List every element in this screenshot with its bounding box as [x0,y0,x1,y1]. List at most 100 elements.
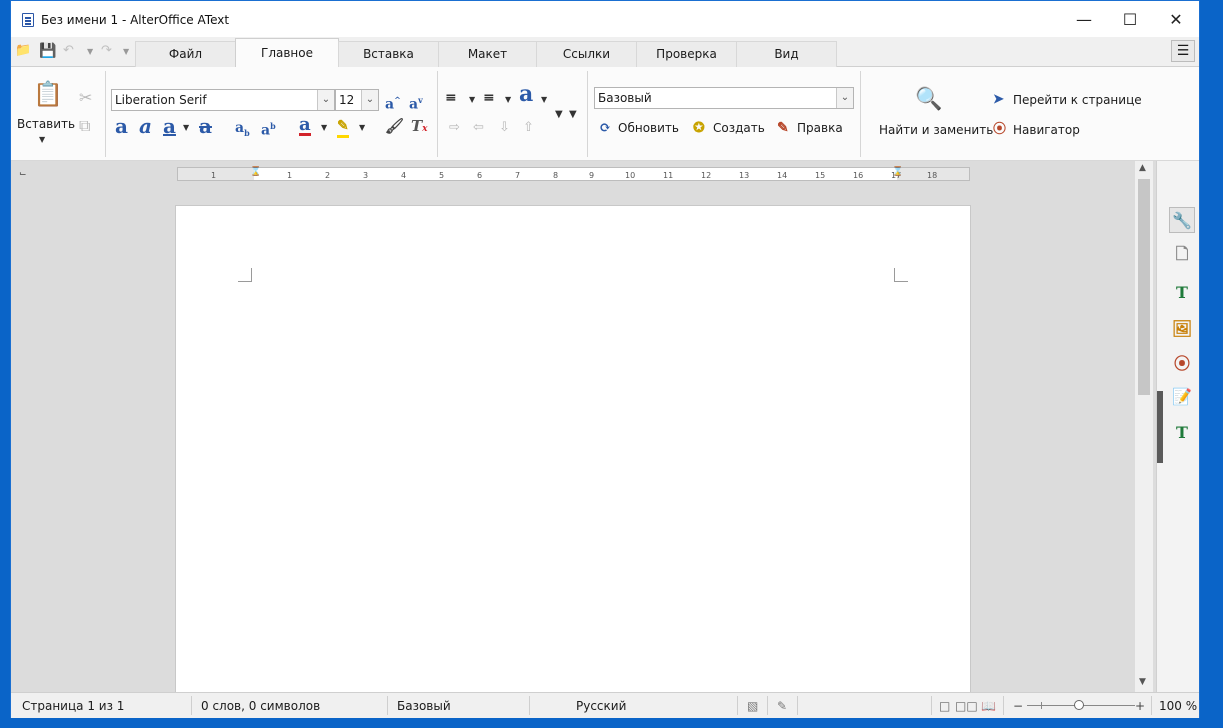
underline-dropdown-icon[interactable]: ▼ [183,123,189,132]
navigator-icon[interactable]: ⦿ [1171,351,1193,373]
update-style-button[interactable]: Обновить [618,121,679,135]
save-icon[interactable]: 💾 [39,43,56,59]
scrollbar-thumb[interactable] [1138,179,1150,395]
paste-dropdown-icon[interactable]: ▼ [39,135,45,144]
strikethrough-icon[interactable]: a [199,116,212,136]
close-icon[interactable]: ✕ [1153,1,1199,37]
word-count[interactable]: 0 слов, 0 символов [201,699,320,713]
tab-view[interactable]: Вид [736,41,837,67]
edit-style-icon[interactable]: ✎ [777,119,789,137]
highlight-icon[interactable]: ✎ [337,117,349,138]
separator [587,71,588,157]
page-style[interactable]: Базовый [397,699,451,713]
vertical-scrollbar[interactable]: ▲ ▼ [1135,161,1153,692]
redo-icon[interactable]: ↷ [101,43,112,58]
paragraph-style-combo[interactable]: Базовый ⌄ [594,87,854,109]
refresh-style-icon[interactable]: ⟳ [599,119,611,137]
gallery-icon[interactable]: 🖼 [1171,317,1193,339]
redo-dropdown-icon[interactable]: ▼ [123,47,129,56]
left-indent-marker-icon[interactable]: ⌛ [250,167,261,177]
scroll-down-icon[interactable]: ▼ [1139,677,1146,687]
single-page-view-icon[interactable]: □ [939,699,950,713]
move-down-icon[interactable]: ⇩ [499,119,510,137]
bullet-list-icon[interactable]: ≡ [445,89,457,107]
chevron-down-icon[interactable]: ⌄ [317,90,334,110]
numbered-list-dropdown-icon[interactable]: ▼ [505,95,511,104]
tab-file[interactable]: Файл [135,41,236,67]
goto-page-button[interactable]: Перейти к странице [1013,93,1142,107]
font-size-combo[interactable]: 12 ⌄ [335,89,379,111]
undo-icon[interactable]: ↶ [63,43,74,58]
page-icon[interactable]: 🗋 [1171,244,1193,267]
tab-home[interactable]: Главное [235,38,339,68]
minimize-icon[interactable]: — [1061,1,1107,37]
more-options-dropdown-icon[interactable]: ▼ [555,109,563,120]
character-style-dropdown-icon[interactable]: ▼ [541,95,547,104]
manage-changes-icon[interactable]: 📝 [1171,385,1193,407]
superscript-icon[interactable]: ab [261,117,276,140]
text-boundary-corner [238,268,252,282]
styles-icon[interactable]: T [1171,281,1193,303]
zoom-in-icon[interactable]: + [1135,699,1145,713]
navigator-button[interactable]: Навигатор [1013,123,1080,137]
font-color-dropdown-icon[interactable]: ▼ [321,123,327,132]
maximize-icon[interactable]: ☐ [1107,1,1153,37]
font-color-icon[interactable]: a [299,116,311,136]
highlight-dropdown-icon[interactable]: ▼ [359,123,365,132]
underline-icon[interactable]: a [163,116,176,136]
horizontal-ruler[interactable]: 1 1 2 3 4 5 6 7 8 9 10 11 12 13 14 15 16… [177,167,970,181]
page-count[interactable]: Страница 1 из 1 [22,699,124,713]
chevron-down-icon[interactable]: ⌄ [836,88,853,108]
numbered-list-icon[interactable]: ≡ [483,89,495,107]
indent-decrease-icon[interactable]: ⇦ [473,119,484,137]
clipboard-paste-icon[interactable]: 📋 [33,81,63,107]
shrink-font-icon[interactable]: av [409,91,423,114]
font-name-combo[interactable]: Liberation Serif ⌄ [111,89,335,111]
tab-references[interactable]: Ссылки [536,41,637,67]
right-indent-marker-icon[interactable]: ⌛ [892,167,903,177]
cut-icon[interactable]: ✂ [79,89,92,107]
paste-button-label[interactable]: Вставить [17,117,75,131]
zoom-out-icon[interactable]: − [1013,699,1023,713]
create-style-button[interactable]: Создать [713,121,765,135]
zoom-level[interactable]: 100 % [1159,699,1197,713]
tab-insert[interactable]: Вставка [338,41,439,67]
italic-icon[interactable]: a [139,116,152,136]
ruler-tick: 1 [287,171,293,180]
edit-style-button[interactable]: Правка [797,121,843,135]
open-folder-icon[interactable]: 📁 [15,43,31,58]
multi-page-view-icon[interactable]: □□ [955,699,978,713]
subscript-icon[interactable]: ab [235,119,250,142]
insert-mode-icon[interactable]: ▧ [747,699,758,713]
tab-review[interactable]: Проверка [636,41,737,67]
sidebar-collapse-handle[interactable] [1157,391,1163,463]
tab-page-layout[interactable]: Макет страницы [438,41,537,85]
grow-font-icon[interactable]: a^ [385,91,401,114]
more-options-dropdown-icon[interactable]: ▼ [569,109,577,120]
move-up-icon[interactable]: ⇧ [523,119,534,137]
wrench-icon[interactable]: 🔧 [1169,207,1195,233]
find-replace-button[interactable]: Найти и заменить [879,123,993,137]
text-language[interactable]: Русский [576,699,626,713]
navigator-icon[interactable]: ⦿ [993,121,1006,139]
text-style-icon[interactable]: T [1171,421,1193,443]
zoom-slider-thumb[interactable] [1074,700,1084,710]
character-style-icon[interactable]: a [519,83,533,105]
create-style-icon[interactable]: ✪ [693,119,705,137]
goto-page-icon[interactable]: ➤ [993,91,1004,109]
find-replace-icon[interactable]: 🔍 [915,87,942,111]
chevron-down-icon[interactable]: ⌄ [361,90,378,110]
clone-formatting-icon[interactable]: 🖌 [385,117,404,135]
book-view-icon[interactable]: 📖 [981,699,996,713]
document-page[interactable] [175,205,971,692]
tab-stop-selector-icon[interactable]: ⌙ [19,169,27,179]
hamburger-menu-icon[interactable]: ☰ [1171,40,1195,62]
document-modified-icon[interactable]: ✎ [777,699,787,713]
bullet-list-dropdown-icon[interactable]: ▼ [469,95,475,104]
clear-formatting-icon[interactable]: Tx [411,117,428,138]
scroll-up-icon[interactable]: ▲ [1139,163,1146,173]
indent-increase-icon[interactable]: ⇨ [449,119,460,137]
bold-icon[interactable]: a [115,116,128,136]
undo-dropdown-icon[interactable]: ▼ [87,47,93,56]
copy-icon[interactable]: ⧉ [79,117,90,135]
